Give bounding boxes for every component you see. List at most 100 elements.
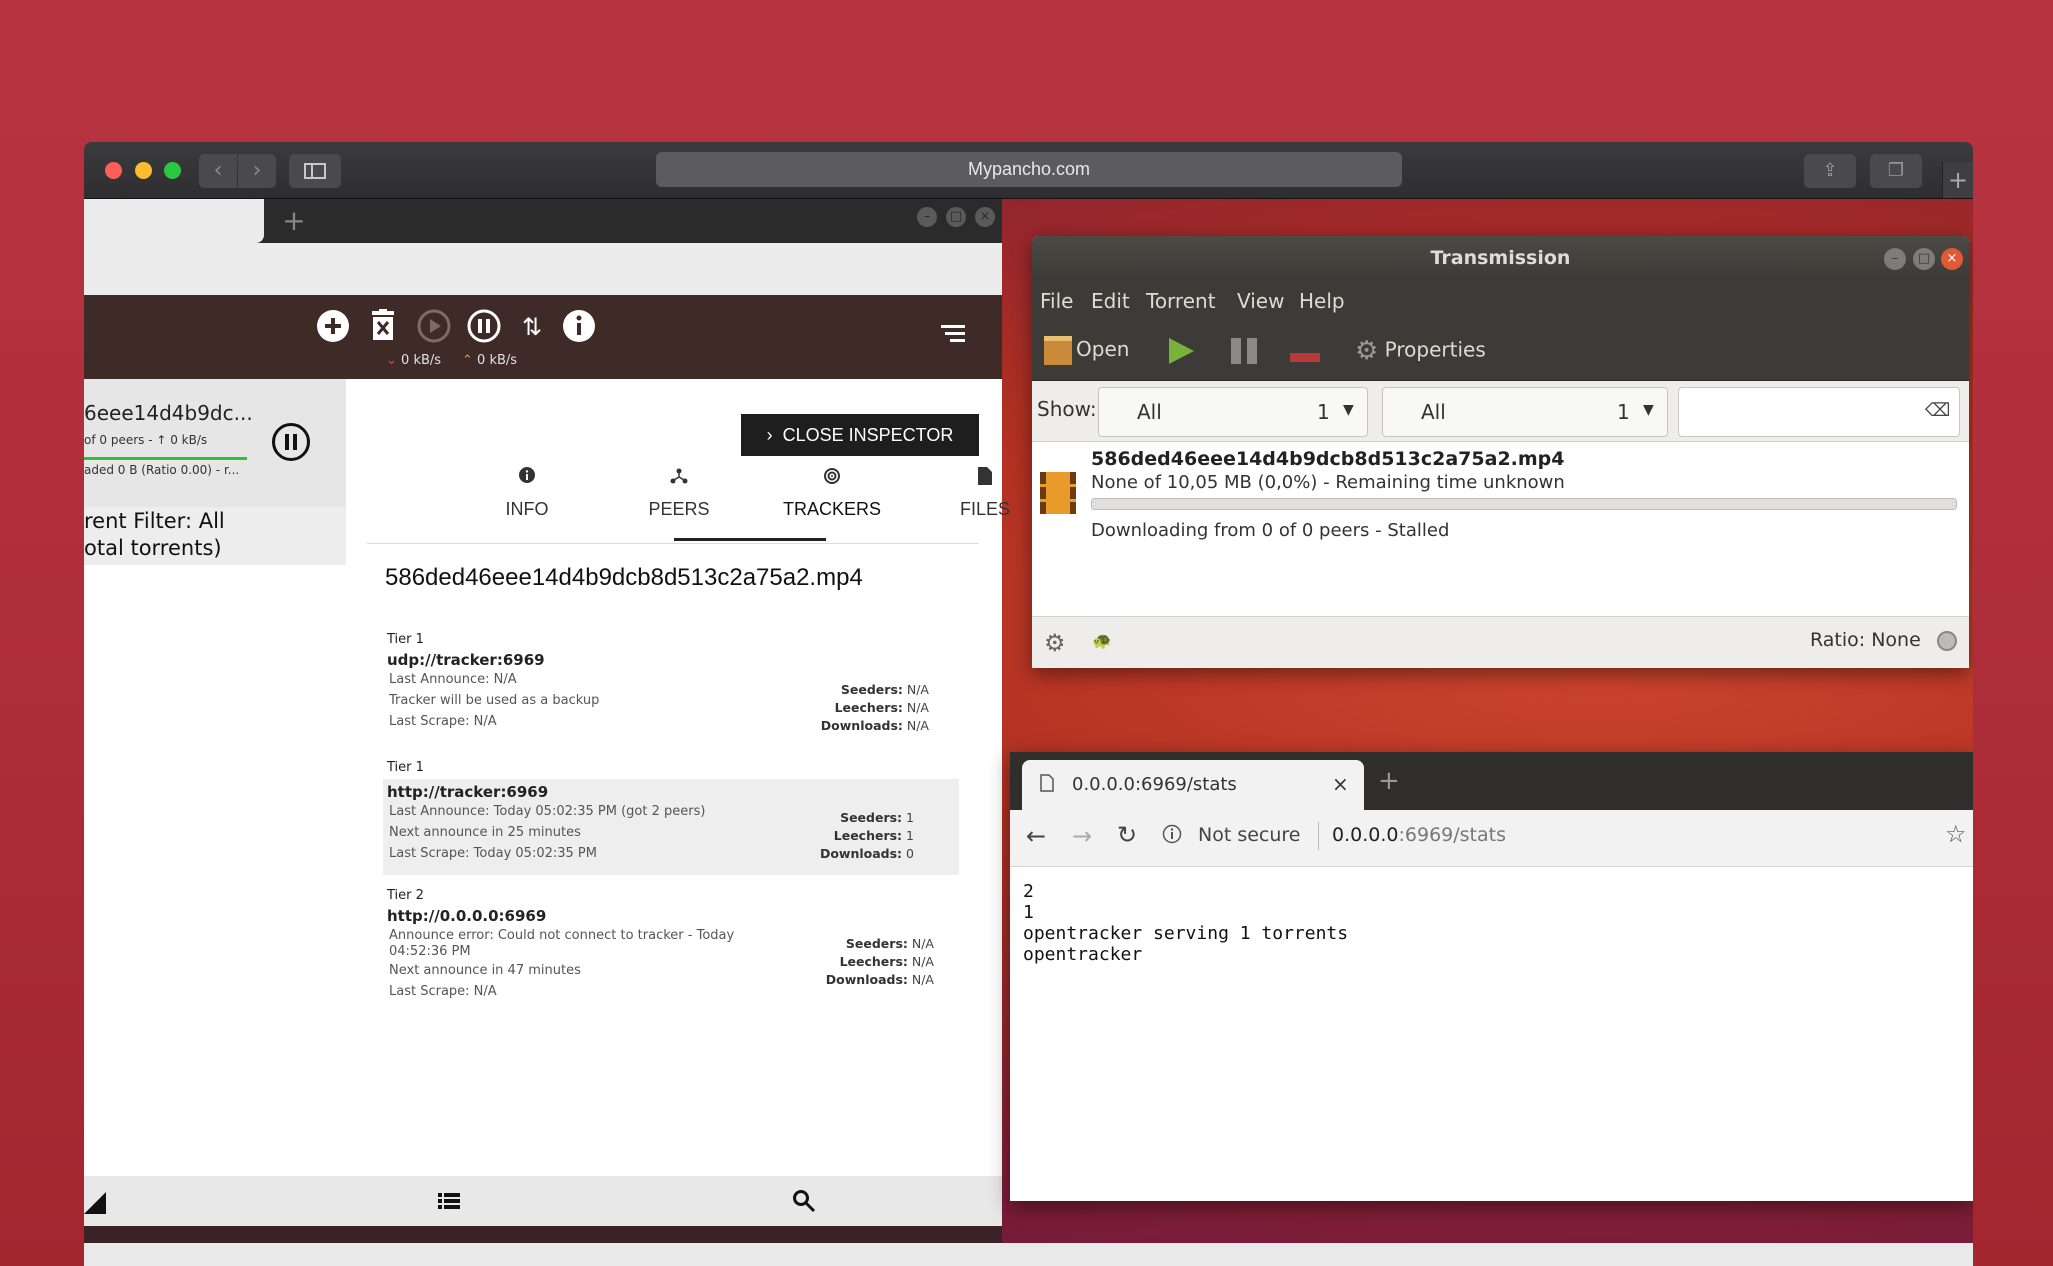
torrent-list-item[interactable]: 6eee14d4b9dc... of 0 peers - ↑ 0 kB/s ad… (84, 379, 346, 507)
tracker-url: http://0.0.0.0:6969 (387, 907, 547, 925)
left-page-header (84, 243, 1002, 295)
folder-icon (1044, 336, 1072, 365)
new-tab-icon[interactable]: + (1378, 766, 1400, 796)
browser-titlebar: ‹ › Mypancho.com ⇪ ❐ + (84, 142, 1973, 199)
left-active-tab[interactable] (84, 199, 264, 243)
download-speed: ⌄ 0 kB/s (386, 353, 442, 368)
tier-label: Tier 2 (387, 888, 424, 903)
show-label: Show: (1037, 397, 1097, 421)
upload-speed: ⌃ 0 kB/s (462, 353, 518, 368)
torrent-list: 586ded46eee14d4b9dcb8d513c2a75a2.mp4 Non… (1032, 442, 1969, 616)
pause-icon[interactable] (1229, 336, 1259, 370)
torrent-uploaded: aded 0 B (Ratio 0.00) - r... (84, 463, 240, 477)
minimize-icon[interactable]: – (1884, 248, 1906, 270)
url-divider (1318, 822, 1319, 850)
sidebar-icon[interactable] (289, 154, 341, 188)
transfer-speed-icon[interactable]: ⇅ (514, 309, 550, 345)
maximize-icon[interactable]: □ (946, 207, 966, 227)
close-tab-icon[interactable]: × (1332, 772, 1349, 796)
menu-view[interactable]: View (1237, 289, 1284, 313)
torrent-pause-icon[interactable] (272, 423, 310, 461)
desktop-area: + – □ × ⇅ ⌄ 0 kB/s ⌃ 0 kB/s 6eee14d4b9dc… (84, 199, 1973, 1266)
transmission-window: Transmission – □ × File Edit Torrent Vie… (1032, 236, 1969, 668)
forward-icon[interactable]: › (238, 154, 276, 188)
url-field[interactable]: 0.0.0.0:6969/stats (1332, 824, 1506, 846)
pause-torrent-icon[interactable] (466, 309, 502, 345)
browser-bottom-strip (84, 1243, 1973, 1266)
tracker-filter-combo[interactable]: All 1 ▼ (1382, 387, 1668, 437)
properties-button[interactable]: ⚙ Properties (1355, 336, 1486, 366)
minimize-window-button[interactable] (135, 162, 152, 179)
start-torrent-icon[interactable] (416, 309, 452, 345)
peers-icon (604, 467, 754, 487)
menu-edit[interactable]: Edit (1091, 289, 1130, 313)
zoom-window-button[interactable] (164, 162, 181, 179)
share-icon[interactable]: ⇪ (1804, 154, 1856, 188)
search-input[interactable]: ⌫ (1678, 387, 1960, 437)
menubar: File Edit Torrent View Help (1032, 280, 1969, 322)
info-icon[interactable] (1162, 824, 1182, 848)
close-icon[interactable]: × (975, 207, 995, 227)
menu-help[interactable]: Help (1299, 289, 1345, 313)
chrome-tab[interactable]: 0.0.0.0:6969/stats × (1022, 760, 1364, 810)
info-icon[interactable] (561, 309, 597, 345)
list-icon[interactable] (438, 1191, 462, 1215)
turtle-icon[interactable]: 🐢 (1092, 631, 1112, 650)
torrent-name: 6eee14d4b9dc... (84, 401, 253, 425)
ratio-label: Ratio: None (1810, 629, 1921, 651)
trackers-icon (757, 467, 907, 487)
torrent-status: Downloading from 0 of 0 peers - Stalled (1091, 520, 1450, 541)
gtk-toolbar: Open ⚙ Properties (1032, 322, 1969, 381)
bookmark-star-icon[interactable]: ☆ (1945, 820, 1967, 848)
info-icon (452, 467, 602, 487)
tracker-url: http://tracker:6969 (387, 783, 549, 801)
minimize-icon[interactable]: – (917, 207, 937, 227)
torrent-peers: of 0 peers - ↑ 0 kB/s (84, 433, 208, 447)
forward-icon[interactable]: → (1072, 822, 1092, 850)
torrent-name[interactable]: 586ded46eee14d4b9dcb8d513c2a75a2.mp4 (1091, 448, 1565, 470)
tabs-overview-icon[interactable]: ❐ (1870, 154, 1922, 188)
activity-filter-combo[interactable]: All 1 ▼ (1098, 387, 1368, 437)
remove-icon[interactable] (1290, 348, 1320, 367)
back-icon[interactable]: ‹ (199, 154, 237, 188)
add-torrent-icon[interactable] (315, 309, 351, 345)
dropdown-arrow-icon: ▼ (1343, 402, 1354, 418)
left-tabbar: + – □ × (84, 199, 1002, 243)
statusbar: ⚙ 🐢 Ratio: None (1032, 616, 1969, 668)
chevron-right-icon: › (766, 425, 773, 445)
start-icon[interactable] (1166, 336, 1196, 370)
tracker-item: http://0.0.0.0:6969 Announce error: Coul… (383, 907, 959, 1027)
left-new-tab-button[interactable]: + (279, 203, 309, 239)
close-inspector-button[interactable]: › CLOSE INSPECTOR (741, 414, 979, 456)
back-icon[interactable]: ← (1026, 822, 1046, 850)
remove-torrent-icon[interactable] (365, 309, 401, 345)
tab-trackers[interactable]: TRACKERS (757, 459, 907, 539)
sort-icon[interactable] (941, 322, 969, 350)
close-window-button[interactable] (105, 162, 122, 179)
tier-label: Tier 1 (387, 632, 424, 647)
close-icon[interactable]: × (1941, 248, 1963, 270)
gear-icon[interactable]: ⚙ (1044, 629, 1066, 657)
torrent-progress-bar (1091, 498, 1957, 510)
content-line: 1 (1023, 902, 1034, 923)
menu-torrent[interactable]: Torrent (1146, 289, 1216, 313)
menu-file[interactable]: File (1040, 289, 1073, 313)
address-bar[interactable]: Mypancho.com (656, 152, 1402, 187)
tab-peers[interactable]: PEERS (604, 459, 754, 539)
new-tab-button[interactable]: + (1942, 162, 1973, 198)
gtk-titlebar: Transmission (1032, 236, 1969, 280)
chrome-tab-title: 0.0.0.0:6969/stats (1072, 774, 1237, 795)
filter-line-1: rent Filter: All (84, 509, 225, 533)
tab-info[interactable]: INFO (452, 459, 602, 539)
open-button[interactable]: Open (1044, 336, 1129, 365)
reload-icon[interactable]: ↻ (1117, 821, 1137, 849)
resize-icon[interactable] (84, 1192, 108, 1220)
window-bottom-edge (84, 1226, 1002, 1243)
chrome-window: 0.0.0.0:6969/stats × + ← → ↻ Not secure … (1010, 752, 1973, 1201)
filter-line-2: otal torrents) (84, 536, 222, 560)
maximize-icon[interactable]: □ (1913, 248, 1935, 270)
ratio-toggle-icon[interactable] (1937, 631, 1957, 651)
security-label[interactable]: Not secure (1198, 824, 1301, 846)
clear-search-icon[interactable]: ⌫ (1925, 400, 1950, 421)
search-icon[interactable] (792, 1189, 816, 1217)
